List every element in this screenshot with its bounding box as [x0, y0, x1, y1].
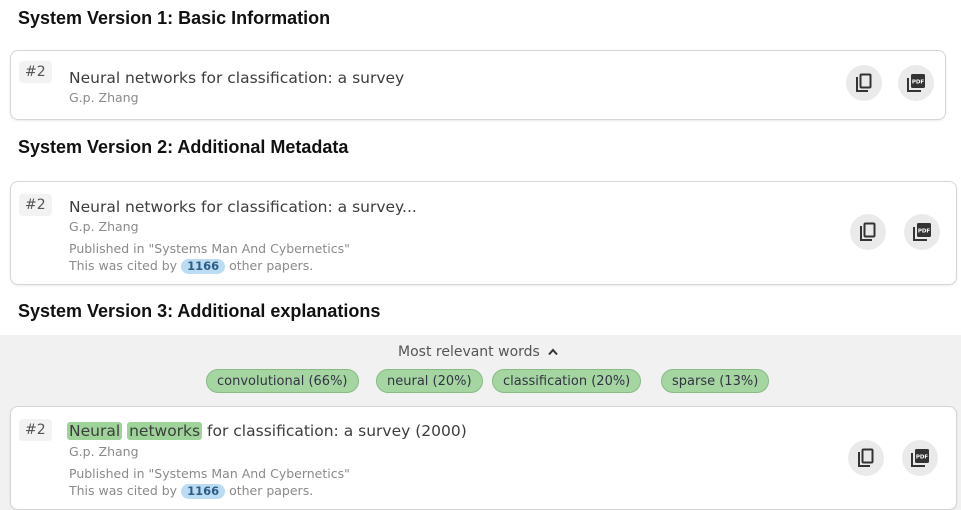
rank-label: #2	[19, 61, 52, 83]
result-card-v1[interactable]: #2 Neural networks for classification: a…	[10, 50, 946, 120]
citation-line: This was cited by 1166 other papers.	[69, 258, 313, 274]
pdf-button[interactable]: PDF	[898, 65, 934, 101]
highlighted-word: networks	[127, 422, 203, 440]
svg-text:PDF: PDF	[918, 229, 931, 235]
citation-count-badge: 1166	[181, 484, 226, 499]
paper-title[interactable]: Neural networks for classification: a su…	[69, 69, 404, 87]
citation-line: This was cited by 1166 other papers.	[69, 483, 313, 499]
publication-venue: Published in "Systems Man And Cybernetic…	[69, 466, 350, 481]
paper-authors: G.p. Zhang	[69, 90, 139, 105]
cited-prefix: This was cited by	[69, 258, 178, 273]
cited-suffix: other papers.	[229, 483, 314, 498]
section-heading-v2: System Version 2: Additional Metadata	[18, 137, 349, 157]
pdf-icon: PDF	[913, 223, 931, 241]
paper-authors: G.p. Zhang	[69, 219, 139, 234]
pdf-icon: PDF	[907, 74, 925, 92]
chevron-up-icon	[548, 348, 558, 356]
keyword-chip[interactable]: convolutional (66%)	[206, 369, 359, 393]
paper-title[interactable]: Neural networks for classification: a su…	[67, 422, 467, 440]
relevant-words-toggle[interactable]: Most relevant words	[398, 344, 558, 360]
publication-venue: Published in "Systems Man And Cybernetic…	[69, 241, 350, 256]
pdf-icon: PDF	[911, 449, 929, 467]
cited-prefix: This was cited by	[69, 483, 178, 498]
relevant-words-label: Most relevant words	[398, 344, 540, 360]
svg-text:PDF: PDF	[916, 455, 929, 461]
cited-suffix: other papers.	[229, 258, 314, 273]
copy-icon	[858, 448, 874, 467]
paper-title-rest: for classification: a survey (2000)	[207, 422, 467, 440]
copy-button[interactable]	[846, 65, 882, 101]
highlighted-word: Neural	[67, 422, 123, 440]
copy-button[interactable]	[848, 440, 884, 476]
keyword-chip[interactable]: classification (20%)	[492, 369, 642, 393]
section-heading-v1: System Version 1: Basic Information	[18, 8, 331, 28]
pdf-button[interactable]: PDF	[902, 440, 938, 476]
keyword-chip[interactable]: neural (20%)	[376, 369, 483, 393]
paper-authors: G.p. Zhang	[69, 444, 139, 459]
result-card-v3[interactable]: #2 Neural networks for classification: a…	[10, 406, 957, 510]
copy-icon	[860, 222, 876, 241]
section-heading-v3: System Version 3: Additional explanation…	[18, 301, 381, 321]
citation-count-badge: 1166	[181, 259, 226, 274]
copy-button[interactable]	[850, 214, 886, 250]
rank-label: #2	[19, 194, 52, 216]
copy-icon	[856, 73, 872, 92]
svg-text:PDF: PDF	[912, 80, 925, 86]
rank-label: #2	[19, 419, 52, 441]
result-card-v2[interactable]: #2 Neural networks for classification: a…	[10, 181, 957, 285]
keyword-chip[interactable]: sparse (13%)	[661, 369, 770, 393]
pdf-button[interactable]: PDF	[904, 214, 940, 250]
paper-title[interactable]: Neural networks for classification: a su…	[69, 198, 417, 216]
